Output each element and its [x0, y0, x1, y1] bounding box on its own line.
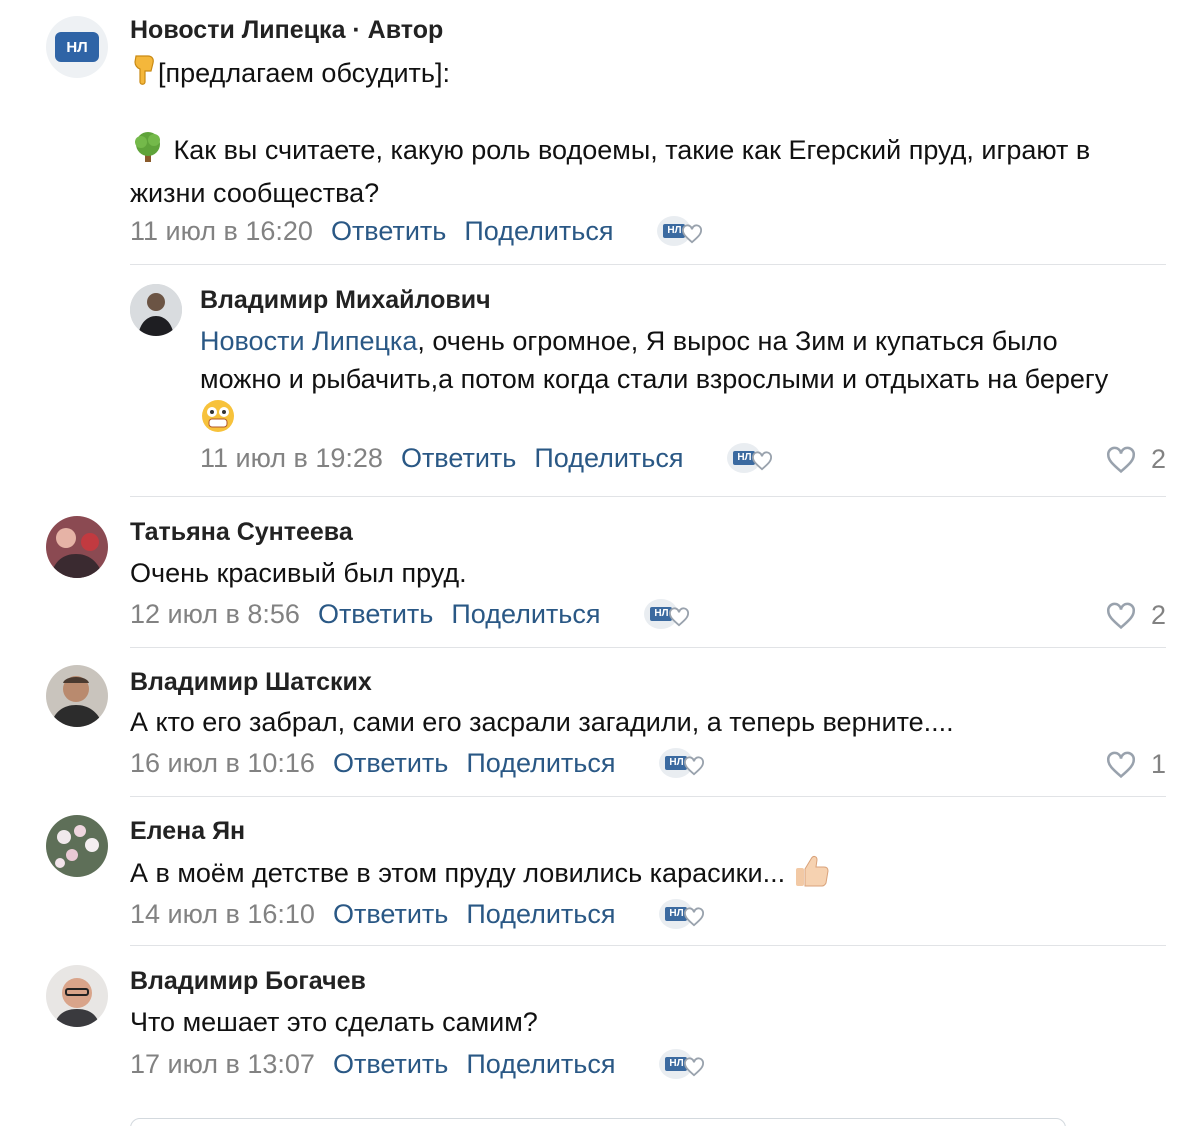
comment-meta: 11 июл в 19:28 Ответить Поделиться НЛ — [200, 441, 779, 475]
group-avatar-badge[interactable]: НЛ — [659, 897, 711, 931]
divider — [130, 945, 1166, 946]
comment-author[interactable]: Владимир Михайлович — [200, 286, 491, 315]
divider — [130, 264, 1166, 265]
avatar[interactable] — [46, 815, 108, 877]
avatar[interactable] — [46, 965, 108, 1027]
share-button[interactable]: Поделиться — [466, 748, 615, 779]
comment-text-line: Как вы считаете, какую роль водоемы, так… — [130, 135, 1091, 208]
heart-icon — [1106, 446, 1135, 473]
reply-button[interactable]: Ответить — [333, 1049, 448, 1080]
reply-button[interactable]: Ответить — [331, 216, 446, 247]
reply-button[interactable]: Ответить — [318, 599, 433, 630]
comment-author[interactable]: Владимир Богачев — [130, 967, 366, 996]
comment-author[interactable]: Татьяна Сунтеева — [130, 518, 353, 547]
comment-meta: 17 июл в 13:07 Ответить Поделиться НЛ — [130, 1047, 711, 1081]
heart-icon — [752, 451, 773, 471]
heart-icon — [684, 756, 705, 776]
group-avatar-badge[interactable]: НЛ — [659, 1047, 711, 1081]
heart-icon — [1106, 602, 1135, 629]
comment-meta: 11 июл в 16:20 Ответить Поделиться НЛ — [130, 214, 709, 248]
share-button[interactable]: Поделиться — [464, 216, 613, 247]
group-avatar-badge[interactable]: НЛ — [657, 214, 709, 248]
comment-meta: 12 июл в 8:56 Ответить Поделиться НЛ — [130, 597, 696, 631]
comment-date[interactable]: 16 июл в 10:16 — [130, 748, 315, 779]
heart-icon — [1106, 751, 1135, 778]
comment-author[interactable]: Новости Липецка · Автор — [130, 16, 443, 45]
comment-text: Что мешает это сделать самим? — [130, 1007, 538, 1037]
reply-button[interactable]: Ответить — [333, 748, 448, 779]
comment-date[interactable]: 11 июл в 16:20 — [130, 216, 313, 247]
comment-author[interactable]: Владимир Шатских — [130, 668, 372, 697]
tree-emoji — [130, 130, 166, 174]
share-button[interactable]: Поделиться — [466, 1049, 615, 1080]
divider — [130, 796, 1166, 797]
group-avatar-badge[interactable]: НЛ — [659, 746, 711, 780]
heart-icon — [684, 1057, 705, 1077]
like-count: 2 — [1150, 600, 1166, 630]
comment-meta: 16 июл в 10:16 Ответить Поделиться НЛ — [130, 746, 711, 780]
comment-date[interactable]: 12 июл в 8:56 — [130, 599, 300, 630]
finger-down-emoji — [130, 54, 158, 96]
heart-icon — [682, 224, 703, 244]
comment-input-box[interactable] — [130, 1118, 1066, 1126]
like-button[interactable]: 1 — [1105, 749, 1166, 780]
reply-button[interactable]: Ответить — [401, 443, 516, 474]
thumbs-up-emoji — [793, 852, 831, 898]
avatar[interactable] — [130, 284, 182, 336]
comment-text: А в моём детстве в этом пруду ловились к… — [130, 852, 1160, 898]
avatar[interactable]: НЛ — [46, 16, 108, 78]
comment-author[interactable]: Елена Ян — [130, 817, 245, 846]
grinning-face-emoji — [200, 398, 236, 444]
group-avatar-badge[interactable]: НЛ — [644, 597, 696, 631]
comment-text: Очень красивый был пруд. — [130, 558, 467, 588]
like-button[interactable]: 2 — [1105, 444, 1166, 475]
avatar[interactable] — [46, 516, 108, 578]
group-avatar-badge[interactable]: НЛ — [727, 441, 779, 475]
heart-icon — [669, 607, 690, 627]
comment-date[interactable]: 11 июл в 19:28 — [200, 443, 383, 474]
like-count: 1 — [1150, 749, 1166, 779]
comment-text: [предлагаем обсудить]: — [130, 54, 1160, 96]
comment-text: Как вы считаете, какую роль водоемы, так… — [130, 130, 1160, 212]
divider — [130, 496, 1166, 497]
comment-text-line: [предлагаем обсудить]: — [158, 58, 450, 89]
comment-meta: 14 июл в 16:10 Ответить Поделиться НЛ — [130, 897, 711, 931]
comment-date[interactable]: 14 июл в 16:10 — [130, 899, 315, 930]
like-count: 2 — [1150, 444, 1166, 474]
like-button[interactable]: 2 — [1105, 600, 1166, 631]
share-button[interactable]: Поделиться — [534, 443, 683, 474]
comment-date[interactable]: 17 июл в 13:07 — [130, 1049, 315, 1080]
mention-link[interactable]: Новости Липецка — [200, 326, 417, 356]
heart-icon — [684, 907, 705, 927]
share-button[interactable]: Поделиться — [451, 599, 600, 630]
reply-button[interactable]: Ответить — [333, 899, 448, 930]
divider — [130, 647, 1166, 648]
group-logo: НЛ — [55, 32, 99, 62]
comment-text: А кто его забрал, сами его засрали загад… — [130, 707, 954, 737]
avatar[interactable] — [46, 665, 108, 727]
comment-text: Новости Липецка, очень огромное, Я вырос… — [200, 322, 1140, 444]
share-button[interactable]: Поделиться — [466, 899, 615, 930]
